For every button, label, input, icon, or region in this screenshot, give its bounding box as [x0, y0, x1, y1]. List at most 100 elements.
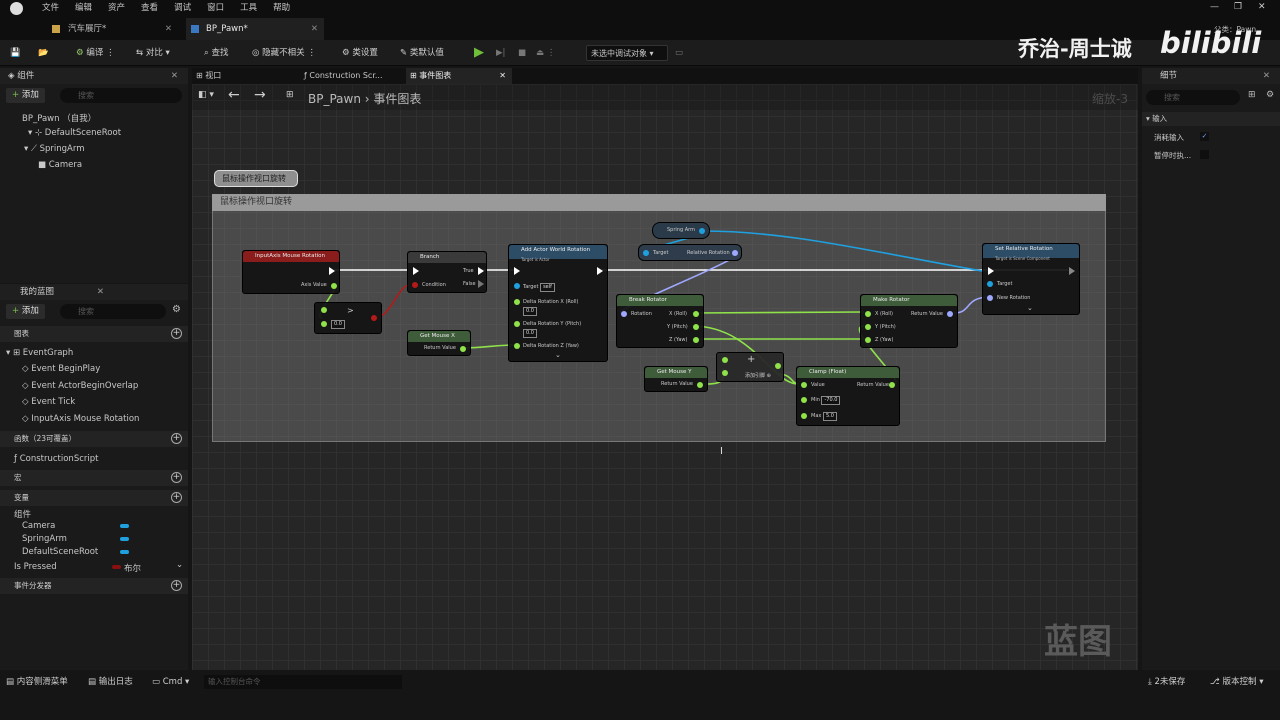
- exec-out-pin[interactable]: [478, 267, 484, 275]
- node-input-axis-mouse-rotation[interactable]: InputAxis Mouse Rotation Axis Value: [242, 250, 340, 294]
- float-out-pin[interactable]: [460, 346, 466, 352]
- var-default-scene-root[interactable]: DefaultSceneRoot: [22, 547, 98, 557]
- components-group[interactable]: 组件: [14, 508, 31, 520]
- float-out-pin[interactable]: [697, 382, 703, 388]
- step-button[interactable]: ▶|: [496, 40, 505, 66]
- float-in-pin[interactable]: [514, 299, 520, 305]
- block-input-checkbox[interactable]: [1200, 150, 1209, 159]
- stop-button[interactable]: ■: [518, 40, 526, 66]
- event-input-axis[interactable]: ◇ InputAxis Mouse Rotation: [22, 414, 139, 424]
- float-in-pin[interactable]: [801, 382, 807, 388]
- node-float-compare[interactable]: 0.0 >: [314, 302, 382, 334]
- content-drawer-button[interactable]: ▤ 内容侧滑菜单: [6, 670, 68, 694]
- input-section-header[interactable]: ▾ 输入: [1142, 112, 1280, 126]
- add-graph-icon[interactable]: +: [171, 328, 182, 339]
- var-spring-arm[interactable]: SpringArm: [22, 534, 67, 544]
- close-icon[interactable]: ✕: [311, 18, 318, 40]
- close-icon[interactable]: ✕: [171, 68, 178, 84]
- tab-viewport[interactable]: ⊞ 视口: [196, 68, 300, 84]
- rotator-in-pin[interactable]: [621, 311, 627, 317]
- node-make-rotator[interactable]: Make Rotator X (Roll) Return Value Y (Pi…: [860, 294, 958, 348]
- event-begin-play[interactable]: ◇ Event BeginPlay: [22, 364, 100, 374]
- eject-button[interactable]: ⏏ ⋮: [536, 40, 555, 66]
- compare-value-input[interactable]: 0.0: [331, 320, 345, 329]
- menu-file[interactable]: 文件: [34, 0, 67, 16]
- tree-root[interactable]: BP_Pawn （自我）: [22, 112, 96, 124]
- gear-icon[interactable]: ⚙: [172, 304, 181, 315]
- add-variable-icon[interactable]: +: [171, 492, 182, 503]
- float-in-pin[interactable]: [801, 397, 807, 403]
- float-in-pin[interactable]: [722, 357, 728, 363]
- menu-view[interactable]: 查看: [133, 0, 166, 16]
- object-in-pin[interactable]: [987, 281, 993, 287]
- float-out-pin[interactable]: [693, 337, 699, 343]
- object-in-pin[interactable]: [514, 283, 520, 289]
- add-pin-button[interactable]: 添加引脚 ⊕: [745, 372, 771, 379]
- save-icon[interactable]: 💾: [10, 40, 21, 66]
- tree-default-scene-root[interactable]: ▾ ⊹ DefaultSceneRoot: [28, 128, 121, 138]
- variables-section[interactable]: 变量 +: [0, 490, 188, 506]
- float-out-pin[interactable]: [693, 311, 699, 317]
- tree-spring-arm[interactable]: ▾ ⟋ SpringArm: [24, 144, 85, 154]
- minimize-button[interactable]: —: [1210, 2, 1219, 12]
- node-clamp-float[interactable]: Clamp (Float) Value Return Value Min -70…: [796, 366, 900, 426]
- component-search-input[interactable]: 搜索: [60, 88, 182, 103]
- float-in-pin[interactable]: [865, 324, 871, 330]
- target-value[interactable]: self: [540, 283, 555, 292]
- chevron-down-icon[interactable]: ⌄: [176, 560, 183, 570]
- menu-debug[interactable]: 调试: [166, 0, 199, 16]
- add-function-icon[interactable]: +: [171, 433, 182, 444]
- cmd-dropdown[interactable]: ▭ Cmd ▾: [152, 670, 189, 694]
- construction-script-item[interactable]: ƒ ConstructionScript: [14, 454, 98, 464]
- chevron-down-icon[interactable]: ⌄: [555, 351, 561, 359]
- float-in-pin[interactable]: [722, 370, 728, 376]
- output-log-button[interactable]: ▤ 输出日志: [88, 670, 133, 694]
- graphs-section[interactable]: 图表 +: [0, 326, 188, 342]
- maximize-button[interactable]: ❐: [1234, 2, 1242, 12]
- float-in-pin[interactable]: [865, 337, 871, 343]
- rotator-out-pin[interactable]: [732, 250, 738, 256]
- class-settings-button[interactable]: ⚙ 类设置: [342, 40, 378, 66]
- event-tick[interactable]: ◇ Event Tick: [22, 397, 75, 407]
- compile-button[interactable]: ⚙ 编译 ⋮: [76, 40, 115, 66]
- float-out-pin[interactable]: [693, 324, 699, 330]
- tree-camera[interactable]: ■ Camera: [38, 160, 82, 170]
- play-button[interactable]: ▶: [474, 40, 484, 66]
- exec-in-pin[interactable]: [413, 267, 419, 275]
- node-get-relative-rotation[interactable]: Target Relative Rotation: [638, 244, 742, 261]
- var-is-pressed[interactable]: Is Pressed: [14, 562, 57, 572]
- object-in-pin[interactable]: [643, 250, 649, 256]
- functions-section[interactable]: 函数（23可覆盖） +: [0, 431, 188, 447]
- close-icon[interactable]: ✕: [97, 284, 104, 300]
- node-set-relative-rotation[interactable]: Set Relative Rotation Target is Scene Co…: [982, 243, 1080, 315]
- find-button[interactable]: ⌕ 查找: [204, 40, 228, 66]
- gear-icon[interactable]: ⚙: [1266, 90, 1274, 100]
- exec-out-pin[interactable]: [1069, 267, 1075, 275]
- class-defaults-button[interactable]: ✎ 类默认值: [400, 40, 444, 66]
- debug-target-dropdown[interactable]: 未选中调试对象 ▾: [586, 45, 668, 61]
- float-in-pin[interactable]: [321, 307, 327, 313]
- event-graph-item[interactable]: ▾ ⊞ EventGraph: [6, 348, 73, 358]
- float-in-pin[interactable]: [514, 343, 520, 349]
- rotator-in-pin[interactable]: [987, 295, 993, 301]
- close-icon[interactable]: ✕: [499, 68, 506, 84]
- float-in-pin[interactable]: [865, 311, 871, 317]
- menu-tools[interactable]: 工具: [232, 0, 265, 16]
- exec-out-pin[interactable]: [329, 267, 335, 275]
- pitch-value-input[interactable]: 0.0: [523, 329, 537, 338]
- node-spring-arm-getter[interactable]: Spring Arm: [652, 222, 710, 239]
- add-dispatcher-icon[interactable]: +: [171, 580, 182, 591]
- menu-asset[interactable]: 资产: [100, 0, 133, 16]
- max-value-input[interactable]: 5.0: [822, 412, 837, 421]
- exec-in-pin[interactable]: [988, 267, 994, 275]
- console-input[interactable]: 输入控制台命令: [204, 675, 402, 689]
- float-out-pin[interactable]: [331, 283, 337, 289]
- source-control-button[interactable]: ⎇ 版本控制 ▾: [1210, 670, 1263, 694]
- grid-view-icon[interactable]: ⊞: [1248, 90, 1256, 100]
- add-component-button[interactable]: + 添加: [6, 88, 45, 103]
- tab-showroom[interactable]: 汽车展厅* ✕: [48, 18, 178, 40]
- close-window-button[interactable]: ✕: [1258, 2, 1266, 12]
- node-add-actor-world-rotation[interactable]: Add Actor World Rotation Target is Actor…: [508, 244, 608, 362]
- float-out-pin[interactable]: [775, 363, 781, 369]
- browse-icon[interactable]: 📂: [38, 40, 49, 66]
